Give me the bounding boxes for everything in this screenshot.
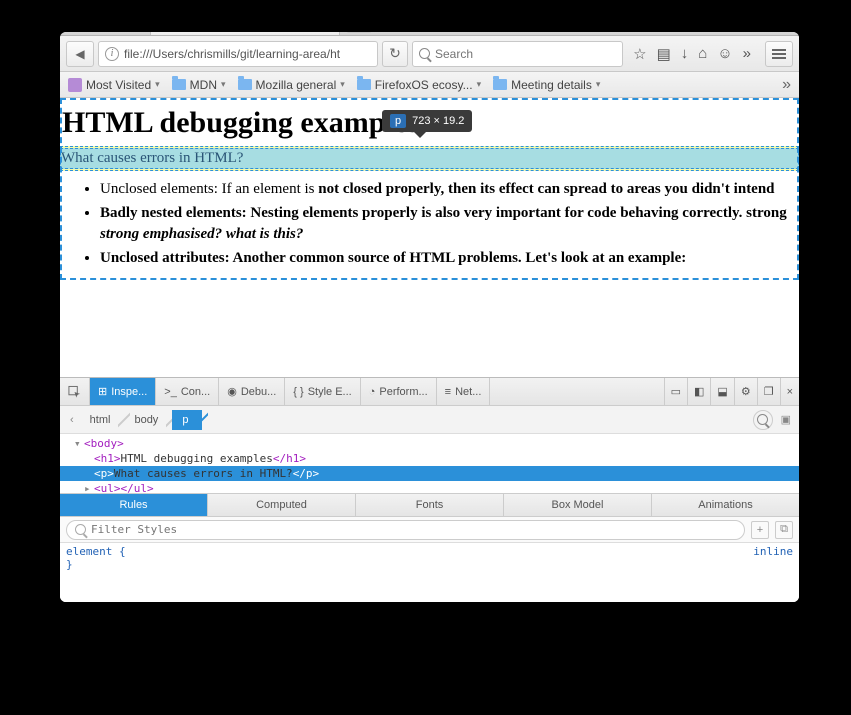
- network-icon: ≡: [445, 386, 451, 398]
- console-icon: >_: [164, 386, 177, 398]
- tab-fonts[interactable]: Fonts: [356, 494, 504, 516]
- reading-list-icon[interactable]: ▤: [657, 45, 671, 63]
- tab-animations[interactable]: Animations: [652, 494, 799, 516]
- inspector-icon: ⊞: [98, 385, 107, 398]
- browser-tab[interactable]: HTML debugging examples ×: [150, 32, 340, 35]
- bookmark-mdn[interactable]: MDN▾: [172, 78, 226, 92]
- tab-inspector[interactable]: ⊞Inspe...: [90, 378, 156, 405]
- tab-network[interactable]: ≡Net...: [437, 378, 491, 405]
- breadcrumb-back-icon[interactable]: ‹: [70, 414, 74, 426]
- tab-box-model[interactable]: Box Model: [504, 494, 652, 516]
- tab-strip: HTML debugging examples × +: [60, 32, 799, 36]
- crumb-body[interactable]: body: [124, 410, 172, 430]
- margin-highlight: What causes errors in HTML?: [60, 146, 799, 171]
- tab-style-editor[interactable]: { }Style E...: [285, 378, 360, 405]
- crumb-p[interactable]: p: [172, 410, 202, 430]
- list-item: Badly nested elements: Nesting elements …: [100, 203, 791, 244]
- crumb-html[interactable]: html: [80, 410, 125, 430]
- filter-styles-box[interactable]: [66, 520, 745, 540]
- tooltip-dimensions: 723 × 19.2: [412, 115, 464, 127]
- debugger-icon: ◉: [227, 385, 237, 398]
- dock-side-icon[interactable]: ◧: [687, 378, 710, 405]
- styles-tabs: Rules Computed Fonts Box Model Animation…: [60, 493, 799, 517]
- breadcrumb: ‹ html body p ▣: [60, 406, 799, 434]
- tooltip-tag: p: [390, 114, 406, 128]
- devtools-panel: ⊞Inspe... >_Con... ◉Debu... { }Style E..…: [60, 377, 799, 602]
- bookmark-mozilla-general[interactable]: Mozilla general▾: [238, 78, 345, 92]
- settings-icon[interactable]: ⚙: [734, 378, 757, 405]
- folder-icon: [172, 79, 186, 90]
- back-button[interactable]: ◀: [66, 41, 94, 67]
- nav-toolbar: ◀ i ↻ ☆ ▤ ↓ ⌂ ☺ »: [60, 36, 799, 72]
- search-input[interactable]: [435, 47, 616, 61]
- frame-select-icon[interactable]: ▭: [664, 378, 687, 405]
- highlighted-paragraph: What causes errors in HTML?: [60, 148, 799, 169]
- bookmark-star-icon[interactable]: ☆: [633, 45, 646, 63]
- overflow-icon[interactable]: »: [743, 45, 751, 63]
- styles-filter-row: + ⧉: [60, 517, 799, 543]
- home-icon[interactable]: ⌂: [698, 45, 707, 63]
- site-info-icon[interactable]: i: [105, 47, 119, 61]
- folder-icon: [238, 79, 252, 90]
- markup-ul[interactable]: <ul></ul>: [94, 482, 154, 493]
- list-item: Unclosed attributes: Another common sour…: [100, 248, 791, 268]
- devtools-close-icon[interactable]: ×: [780, 378, 799, 405]
- markup-view[interactable]: ▾<body> <h1>HTML debugging examples</h1>…: [60, 434, 799, 493]
- bookmark-meeting-details[interactable]: Meeting details▾: [493, 78, 600, 92]
- bookmarks-overflow-icon[interactable]: »: [782, 76, 791, 94]
- page-content: HTML debugging examples What causes erro…: [60, 98, 799, 377]
- search-icon: [419, 48, 430, 59]
- folder-icon: [357, 79, 371, 90]
- dock-window-icon[interactable]: ❐: [757, 378, 780, 405]
- menu-button[interactable]: [765, 41, 793, 67]
- folder-icon: [493, 79, 507, 90]
- tab-performance[interactable]: ◔Perform...: [361, 378, 437, 405]
- tab-computed[interactable]: Computed: [208, 494, 356, 516]
- pick-element-button[interactable]: [60, 378, 90, 405]
- rule-source[interactable]: inline: [753, 545, 793, 558]
- rules-pane[interactable]: element { } inline: [60, 543, 799, 602]
- tab-console[interactable]: >_Con...: [156, 378, 219, 405]
- dock-bottom-icon[interactable]: ⬓: [710, 378, 733, 405]
- new-tab-button[interactable]: +: [346, 32, 372, 33]
- tab-debugger[interactable]: ◉Debu...: [219, 378, 285, 405]
- bookmark-firefoxos[interactable]: FirefoxOS ecosy...▾: [357, 78, 481, 92]
- inspector-tooltip: p 723 × 19.2: [382, 110, 472, 132]
- copy-rule-button[interactable]: ⧉: [775, 521, 793, 539]
- downloads-icon[interactable]: ↓: [681, 45, 689, 63]
- list-item: Unclosed elements: If an element is not …: [100, 179, 791, 199]
- style-icon: { }: [293, 386, 303, 398]
- browser-window: HTML debugging examples × + ◀ i ↻ ☆ ▤ ↓ …: [60, 32, 799, 602]
- toggle-panel-icon[interactable]: ▣: [781, 413, 791, 426]
- rule-close: }: [66, 558, 793, 571]
- page-list: Unclosed elements: If an element is not …: [60, 171, 799, 280]
- rendered-page: HTML debugging examples What causes erro…: [60, 98, 799, 280]
- rule-selector: element {: [66, 545, 793, 558]
- markup-selected-p[interactable]: <p>What causes errors in HTML?</p>: [60, 466, 799, 481]
- tab-rules[interactable]: Rules: [60, 494, 208, 516]
- perf-icon: ◔: [369, 386, 376, 398]
- url-input[interactable]: [124, 47, 371, 61]
- search-bar[interactable]: [412, 41, 623, 67]
- bookmark-most-visited[interactable]: Most Visited▾: [68, 78, 160, 92]
- devtools-tabs: ⊞Inspe... >_Con... ◉Debu... { }Style E..…: [60, 378, 799, 406]
- filter-styles-input[interactable]: [91, 523, 736, 536]
- search-icon: [75, 524, 86, 535]
- markup-body[interactable]: <body>: [84, 437, 124, 450]
- toolbar-icons: ☆ ▤ ↓ ⌂ ☺ »: [627, 45, 757, 63]
- smiley-icon[interactable]: ☺: [717, 45, 732, 63]
- url-bar[interactable]: i: [98, 41, 378, 67]
- markup-search-icon[interactable]: [753, 410, 773, 430]
- bookmarks-toolbar: Most Visited▾ MDN▾ Mozilla general▾ Fire…: [60, 72, 799, 98]
- reload-button[interactable]: ↻: [382, 41, 408, 67]
- add-rule-button[interactable]: +: [751, 521, 769, 539]
